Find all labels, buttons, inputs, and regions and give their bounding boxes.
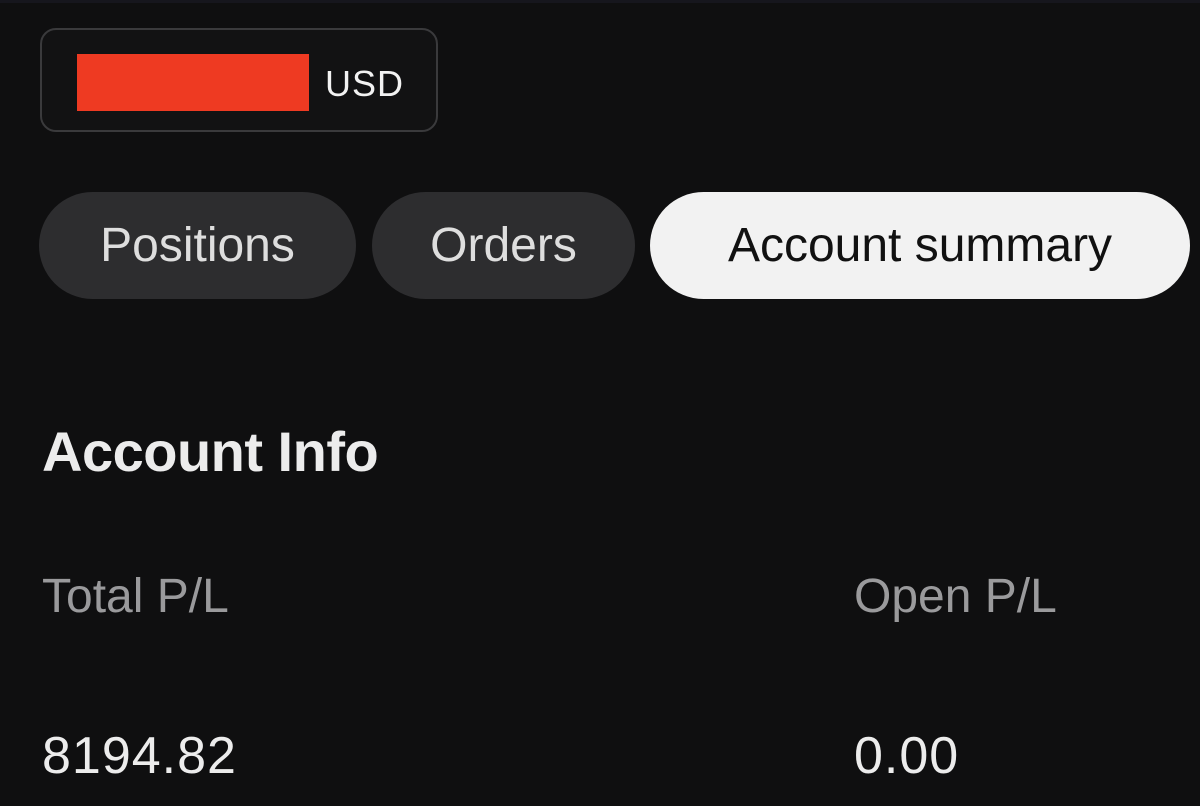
tab-positions[interactable]: Positions <box>39 192 356 299</box>
open-pl-value: 0.00 <box>854 727 960 785</box>
account-selector[interactable]: USD <box>40 28 438 132</box>
total-pl-value: 8194.82 <box>42 727 237 785</box>
total-pl-label: Total P/L <box>42 570 229 623</box>
top-edge-divider <box>0 0 1200 3</box>
open-pl-label: Open P/L <box>854 570 1057 623</box>
tab-orders[interactable]: Orders <box>372 192 635 299</box>
account-currency: USD <box>325 63 405 104</box>
account-info-title: Account Info <box>42 420 379 483</box>
redacted-account-id <box>77 54 309 111</box>
tab-account-summary[interactable]: Account summary <box>650 192 1190 299</box>
